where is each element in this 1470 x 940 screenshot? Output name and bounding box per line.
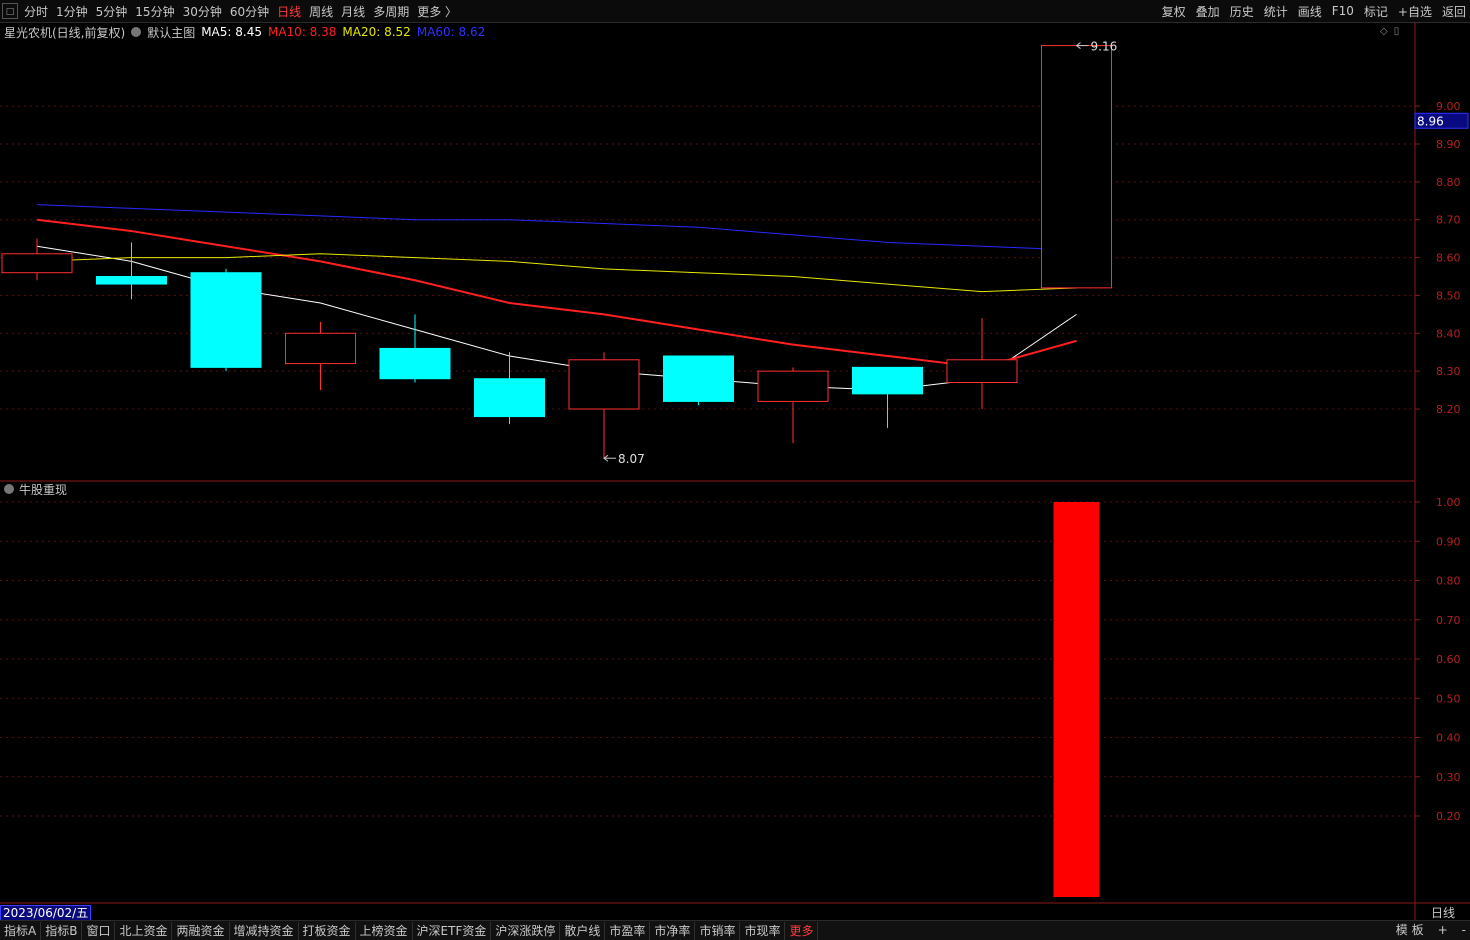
indicator-tick-label: 1.00 bbox=[1436, 496, 1461, 509]
tab-limitup-funds[interactable]: 打板资金 bbox=[299, 921, 356, 940]
ma5-label: MA5: 8.45 bbox=[201, 25, 262, 39]
indicator-tick-label: 0.80 bbox=[1436, 575, 1461, 588]
ma-line-ma60 bbox=[36, 204, 1077, 251]
current-price-label: 8.96 bbox=[1417, 114, 1444, 128]
price-tick-label: 8.30 bbox=[1436, 365, 1461, 378]
candle-body-up bbox=[1, 253, 73, 274]
indicator-settings-icon[interactable] bbox=[4, 484, 14, 494]
candle-body-down bbox=[474, 378, 545, 418]
zoom-in-button[interactable]: + bbox=[1438, 923, 1448, 937]
indicator-tick-label: 0.60 bbox=[1436, 653, 1461, 666]
tab-etf-funds[interactable]: 沪深ETF资金 bbox=[413, 921, 492, 940]
candle-body-up bbox=[285, 332, 356, 365]
template-button[interactable]: 模 板 bbox=[1396, 921, 1424, 938]
candle-body-down bbox=[190, 272, 262, 368]
indicator-tick-label: 0.30 bbox=[1436, 771, 1461, 784]
ma60-label: MA60: 8.62 bbox=[416, 25, 486, 39]
bottom-right-controls: 模 板 + - bbox=[1382, 920, 1466, 939]
stock-chart[interactable]: 8.20 8.30 8.40 8.50 8.60 8.70 8.80 8.90 9.008.96… bbox=[0, 0, 1470, 939]
tab-retail-line[interactable]: 散户线 bbox=[560, 921, 606, 940]
tab-northbound[interactable]: 北上资金 bbox=[115, 921, 173, 940]
indicator-title[interactable]: 牛股重现 bbox=[19, 481, 67, 498]
settings-icon[interactable] bbox=[131, 27, 142, 37]
candle-body-down bbox=[96, 276, 167, 285]
main-legend: 星光农机(日线,前复权) 默认主图 MA5: 8.45 MA10: 8.38 M… bbox=[4, 23, 491, 41]
tab-pe[interactable]: 市盈率 bbox=[605, 921, 651, 940]
panel-icons: ◇ ▯ bbox=[1380, 26, 1405, 37]
indicator-tick-label: 0.50 bbox=[1436, 692, 1461, 705]
template-label[interactable]: 默认主图 bbox=[147, 24, 195, 41]
indicator-bar bbox=[1053, 502, 1100, 897]
annotation-label: 8.07 bbox=[618, 452, 645, 466]
candle-body-up bbox=[946, 359, 1018, 383]
indicator-legend: 牛股重现 bbox=[4, 481, 67, 497]
candle-body-down bbox=[663, 355, 734, 402]
indicator-tick-label: 0.90 bbox=[1436, 535, 1461, 548]
expand-icon[interactable]: ▯ bbox=[1394, 26, 1400, 37]
bottom-tabs: 指标A 指标B 窗口 北上资金 两融资金 增减持资金 打板资金 上榜资金 沪深E… bbox=[0, 920, 1470, 940]
candle-body-up bbox=[1041, 45, 1112, 289]
period-tag: 日线 bbox=[1430, 906, 1455, 920]
price-tick-label: 8.80 bbox=[1436, 176, 1461, 189]
tab-indicator-a[interactable]: 指标A bbox=[0, 921, 42, 940]
stock-title: 星光农机(日线,前复权) bbox=[4, 25, 126, 40]
tab-more[interactable]: 更多 bbox=[785, 921, 819, 940]
price-tick-label: 8.60 bbox=[1436, 252, 1461, 265]
tab-pcf[interactable]: 市现率 bbox=[740, 921, 786, 940]
ma10-label: MA10: 8.38 bbox=[267, 25, 337, 39]
candle-body-down bbox=[852, 366, 923, 395]
indicator-tick-label: 0.20 bbox=[1436, 810, 1461, 823]
tab-pb[interactable]: 市净率 bbox=[650, 921, 696, 940]
price-tick-label: 8.20 bbox=[1436, 403, 1461, 416]
candle-body-down bbox=[379, 347, 451, 380]
price-tick-label: 8.50 bbox=[1436, 289, 1461, 302]
price-tick-label: 8.90 bbox=[1436, 138, 1461, 151]
tab-ps[interactable]: 市销率 bbox=[695, 921, 741, 940]
price-tick-label: 9.00 bbox=[1436, 100, 1461, 113]
ma20-label: MA20: 8.52 bbox=[342, 25, 411, 39]
tab-window[interactable]: 窗口 bbox=[82, 921, 116, 940]
price-tick-label: 8.40 bbox=[1436, 327, 1461, 340]
tab-list-funds[interactable]: 上榜资金 bbox=[356, 921, 413, 940]
indicator-tick-label: 0.40 bbox=[1436, 732, 1461, 745]
candle-body-up bbox=[568, 359, 640, 410]
tab-shareholding-change[interactable]: 增减持资金 bbox=[230, 921, 299, 940]
tab-limit-stats[interactable]: 沪深涨跌停 bbox=[491, 921, 561, 940]
candle-body-up bbox=[757, 370, 829, 402]
tab-indicator-b[interactable]: 指标B bbox=[41, 921, 83, 940]
annotation-label: 9.16 bbox=[1091, 40, 1118, 54]
indicator-tick-label: 0.70 bbox=[1436, 614, 1461, 627]
price-tick-label: 8.70 bbox=[1436, 214, 1461, 227]
tab-margin[interactable]: 两融资金 bbox=[172, 921, 230, 940]
zoom-out-button[interactable]: - bbox=[1462, 923, 1466, 937]
diamond-icon[interactable]: ◇ bbox=[1380, 26, 1388, 37]
